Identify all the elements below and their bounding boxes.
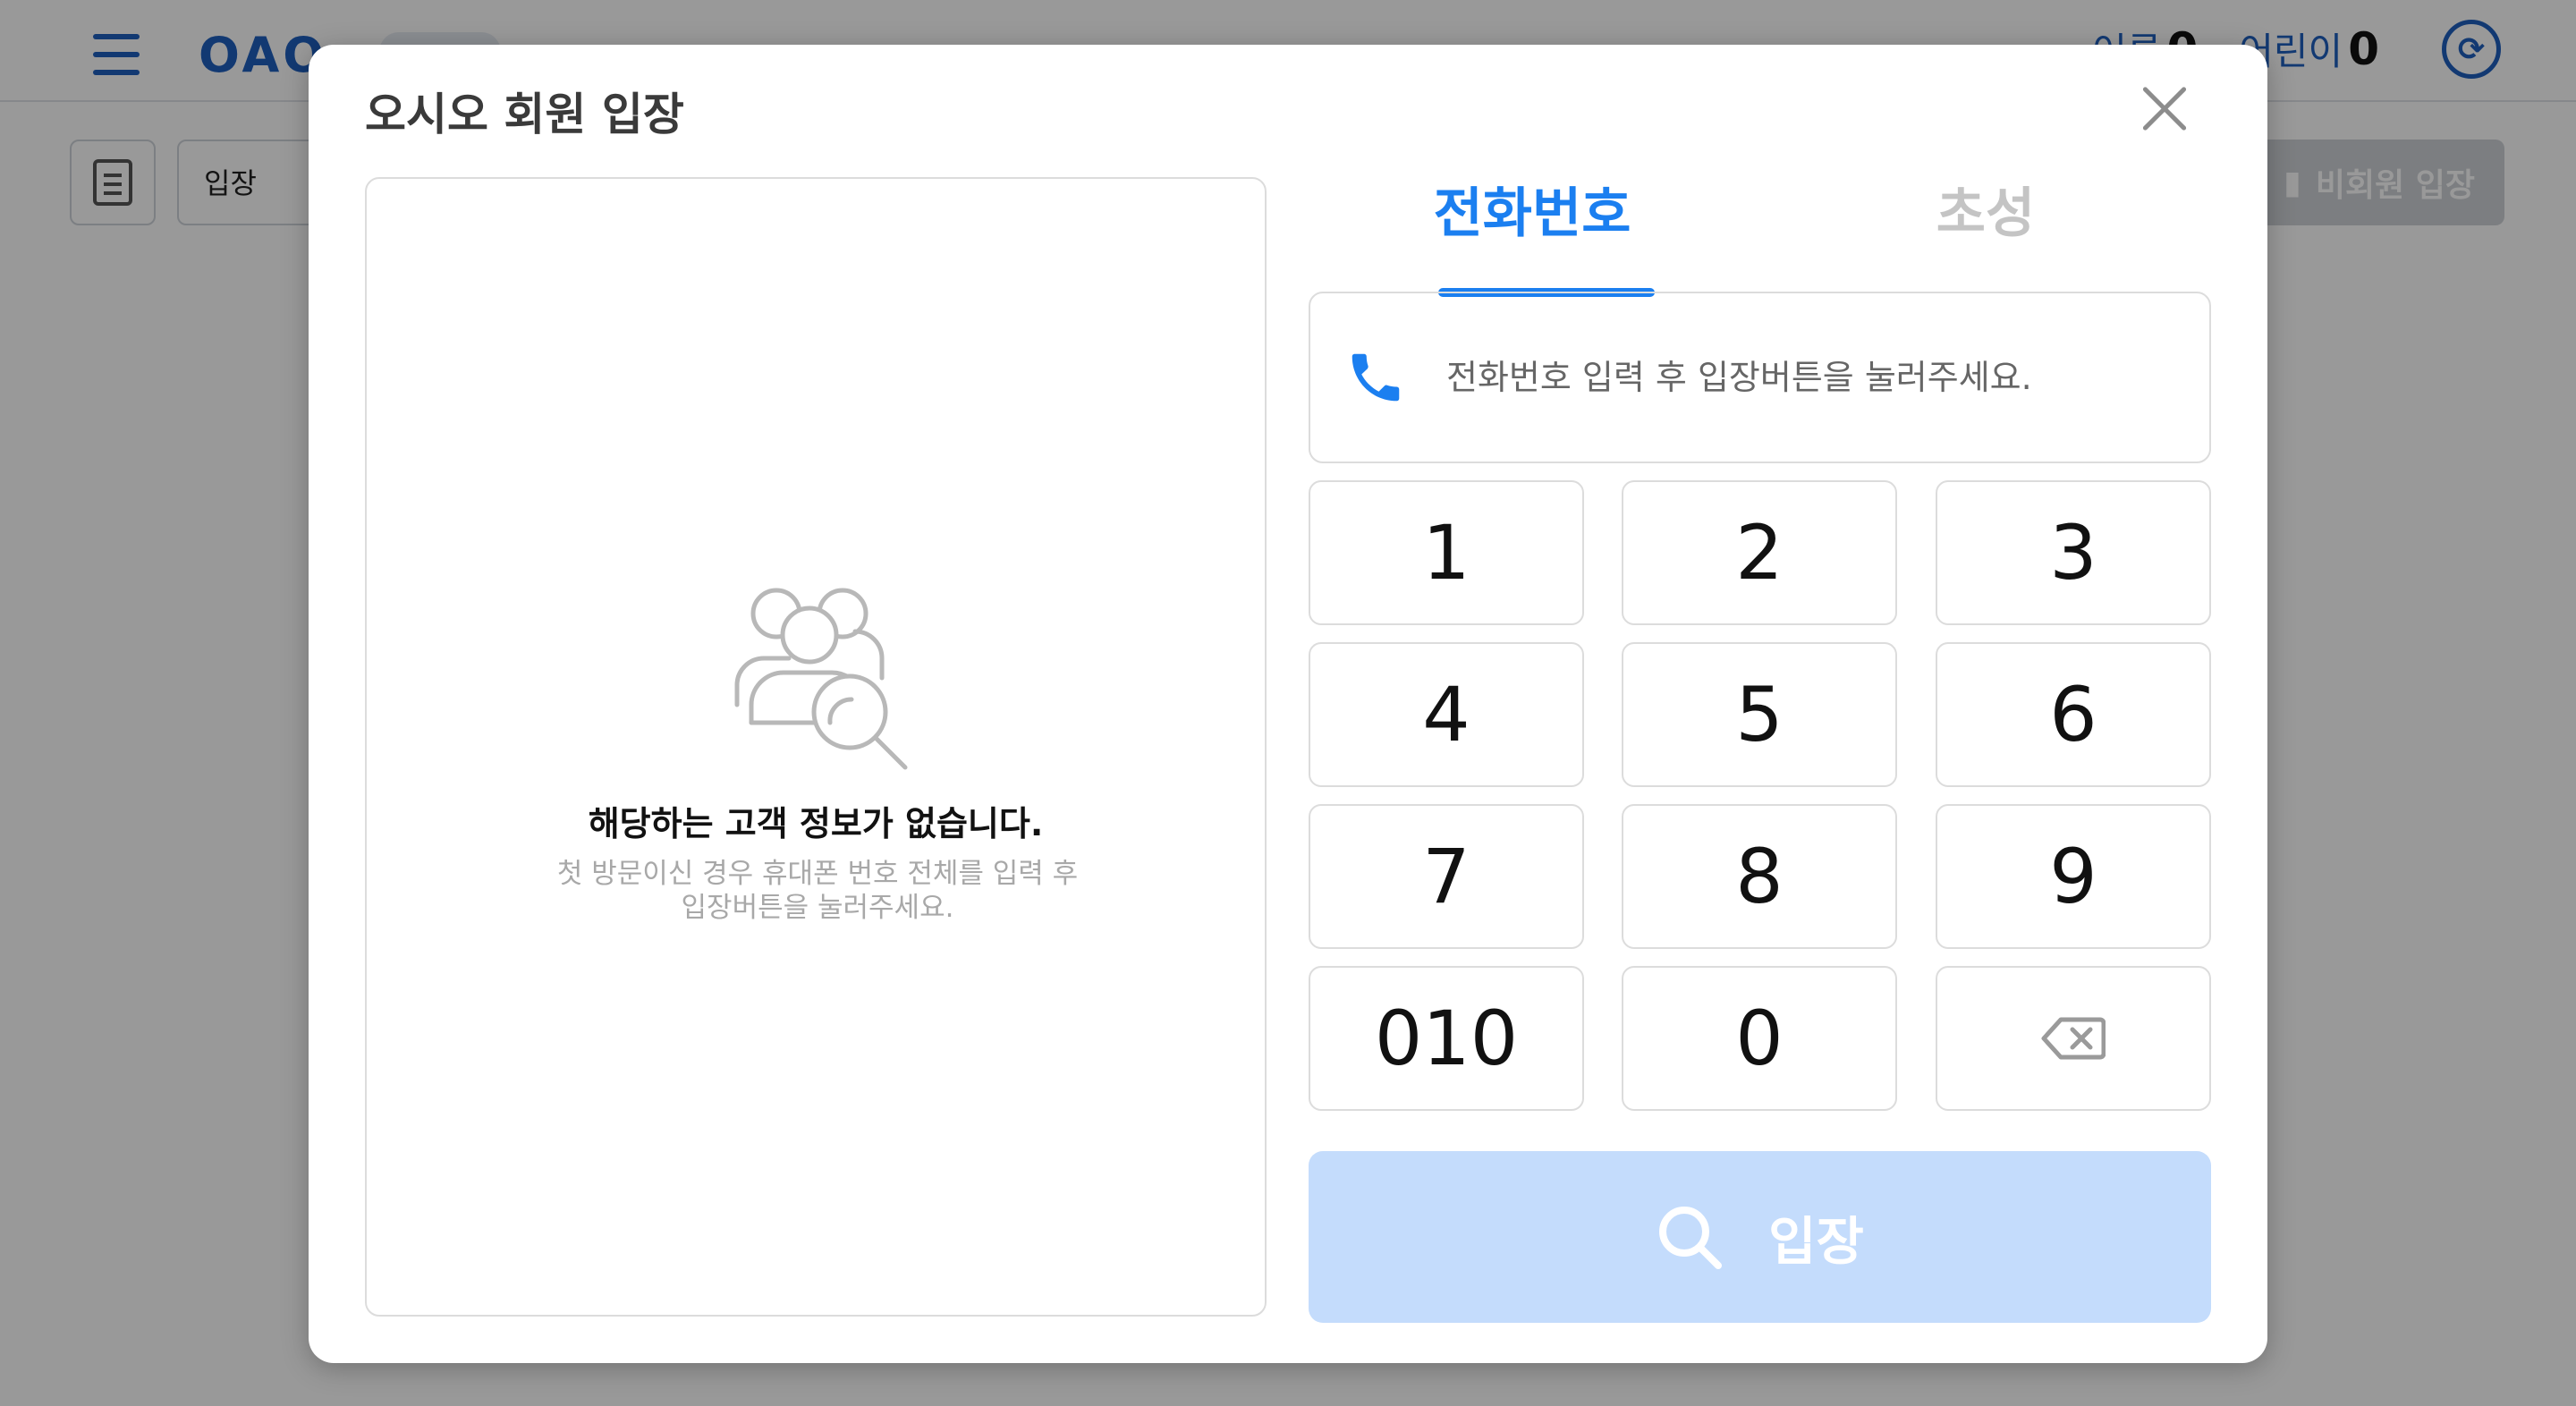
key-7[interactable]: 7: [1309, 804, 1584, 949]
key-3[interactable]: 3: [1936, 480, 2211, 625]
tab-initial-consonant[interactable]: 초성: [1762, 170, 2209, 288]
search-icon: [1659, 1207, 1723, 1269]
backspace-key[interactable]: [1936, 966, 2211, 1111]
empty-state-title: 해당하는 고객 정보가 없습니다.: [588, 804, 1044, 843]
key-4[interactable]: 4: [1309, 642, 1584, 787]
backspace-icon: [2041, 1017, 2106, 1060]
key-010[interactable]: 010: [1309, 966, 1584, 1111]
key-8[interactable]: 8: [1622, 804, 1897, 949]
key-6[interactable]: 6: [1936, 642, 2211, 787]
search-mode-tabs: 전화번호 초성: [1309, 170, 2209, 302]
tab-phone-number[interactable]: 전화번호: [1309, 170, 1756, 288]
key-1[interactable]: 1: [1309, 480, 1584, 625]
enter-label: 입장: [1768, 1211, 1864, 1272]
customer-result-panel: 해당하는 고객 정보가 없습니다. 첫 방문이신 경우 휴대폰 번호 전체를 입…: [365, 177, 1267, 1317]
close-icon[interactable]: [2139, 84, 2189, 134]
key-2[interactable]: 2: [1622, 480, 1897, 625]
enter-button[interactable]: 입장: [1309, 1151, 2211, 1323]
phone-number-input[interactable]: [1446, 358, 2180, 397]
key-0[interactable]: 0: [1622, 966, 1897, 1111]
customer-search-icon: [734, 588, 908, 770]
member-entry-modal: 오시오 회원 입장 해당하는 고객 정보가 없습니다. 첫 방문이신 경우 휴대…: [309, 45, 2267, 1363]
modal-title: 오시오 회원 입장: [365, 89, 684, 140]
phone-number-field[interactable]: [1309, 292, 2211, 463]
phone-icon: [1352, 353, 1400, 402]
key-9[interactable]: 9: [1936, 804, 2211, 949]
key-5[interactable]: 5: [1622, 642, 1897, 787]
empty-state-description: 첫 방문이신 경우 휴대폰 번호 전체를 입력 후 입장버튼을 눌러주세요.: [556, 858, 1079, 924]
